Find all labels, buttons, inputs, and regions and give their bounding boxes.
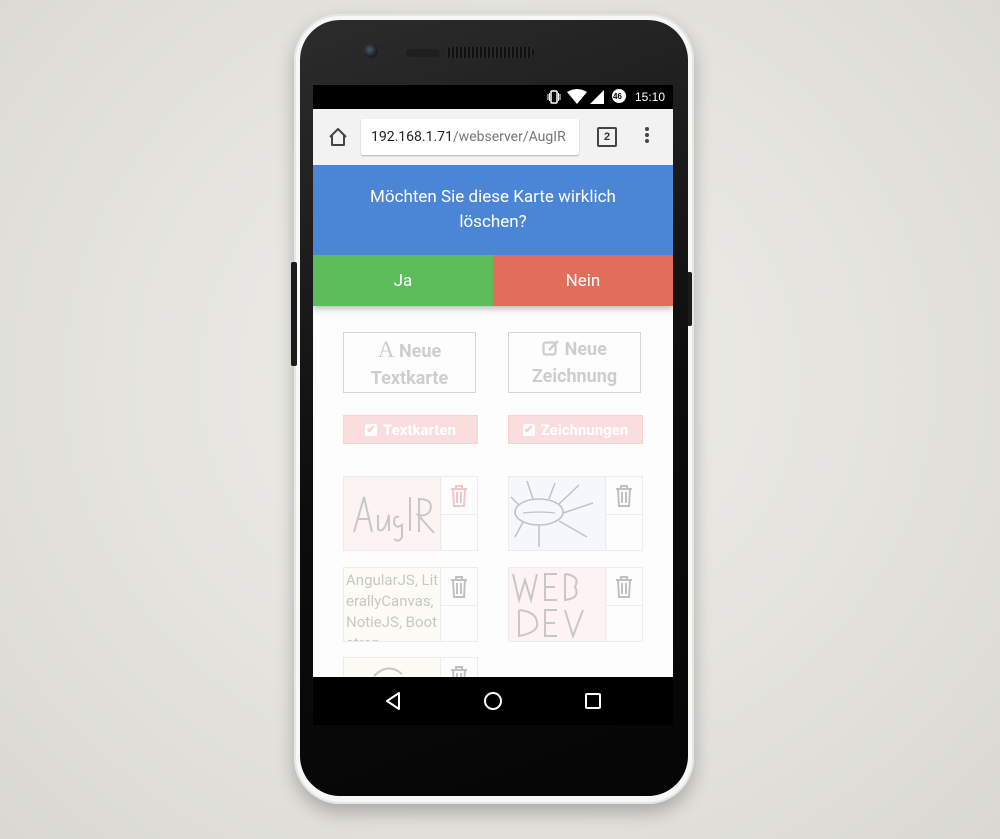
mindmap-drawing [510, 480, 594, 547]
no-button[interactable]: Nein [493, 255, 673, 306]
wifi-icon [567, 89, 587, 104]
handwriting-drawing [353, 496, 435, 542]
trash-icon[interactable] [449, 665, 469, 678]
confirm-dialog: Möchten Sie diese Karte wirklich löschen… [313, 165, 673, 306]
checkbox-icon: ✔ [522, 422, 535, 436]
proximity-sensor [406, 49, 440, 57]
browser-toolbar: 192.168.1.71/webserver/AugIR 2 [313, 109, 673, 165]
card-item[interactable] [343, 657, 478, 677]
filter-text-cards[interactable]: ✔ Textkarten [343, 415, 478, 444]
home-icon[interactable] [327, 126, 349, 148]
card-drawing [344, 658, 442, 677]
card-drawing [509, 477, 607, 550]
address-bar[interactable]: 192.168.1.71/webserver/AugIR [361, 119, 579, 155]
signal-icon [590, 90, 604, 104]
filter-text-cards-label: Textkarten [383, 420, 456, 439]
trash-icon[interactable] [449, 484, 469, 508]
filter-drawings[interactable]: ✔ Zeichnungen [508, 415, 643, 444]
url-host: 192.168.1.71 [371, 129, 453, 145]
new-text-card-button[interactable]: A Neue Textkarte [343, 332, 476, 393]
card-text-body: AngularJS, LiterallyCanvas, NotieJS, Boo… [344, 568, 442, 641]
tab-switcher-button[interactable]: 2 [597, 127, 617, 147]
sketch-drawing [373, 667, 403, 677]
status-bar: 46 15:10 [313, 85, 673, 109]
overflow-menu-icon[interactable] [643, 125, 651, 149]
text-a-icon: A [377, 337, 395, 362]
card-text: AngularJS, LiterallyCanvas, NotieJS, Boo… [346, 571, 439, 641]
card-drawing [344, 477, 442, 550]
checkbox-icon: ✔ [365, 422, 378, 436]
new-drawing-button[interactable]: Neue Zeichnung [508, 332, 641, 393]
card-item[interactable] [508, 567, 643, 642]
front-camera [364, 44, 378, 58]
yes-button[interactable]: Ja [313, 255, 493, 306]
volume-button [291, 262, 297, 366]
web-page: Möchten Sie diese Karte wirklich löschen… [313, 165, 673, 677]
card-drawing [509, 568, 607, 641]
trash-icon[interactable] [614, 484, 634, 508]
recents-icon[interactable] [581, 689, 605, 713]
edit-icon [542, 340, 560, 356]
card-item[interactable] [343, 476, 478, 551]
status-time: 15:10 [634, 90, 665, 104]
vibrate-icon [547, 90, 561, 104]
android-nav-bar [313, 677, 673, 725]
trash-icon[interactable] [449, 575, 469, 599]
trash-icon[interactable] [614, 575, 634, 599]
phone-screen: 46 15:10 192.168.1.71/webserver/AugIR 2 … [313, 85, 673, 725]
card-item[interactable]: AngularJS, LiterallyCanvas, NotieJS, Boo… [343, 567, 478, 642]
filter-drawings-label: Zeichnungen [540, 420, 629, 439]
earpiece-speaker [446, 47, 534, 58]
dialog-message: Möchten Sie diese Karte wirklich löschen… [313, 165, 673, 255]
home-circle-icon[interactable] [481, 689, 505, 713]
card-item[interactable] [508, 476, 643, 551]
battery-level: 46 [613, 92, 622, 101]
url-path: /webserver/AugIR [452, 129, 566, 145]
back-icon[interactable] [381, 689, 405, 713]
handwriting-drawing [512, 573, 584, 640]
